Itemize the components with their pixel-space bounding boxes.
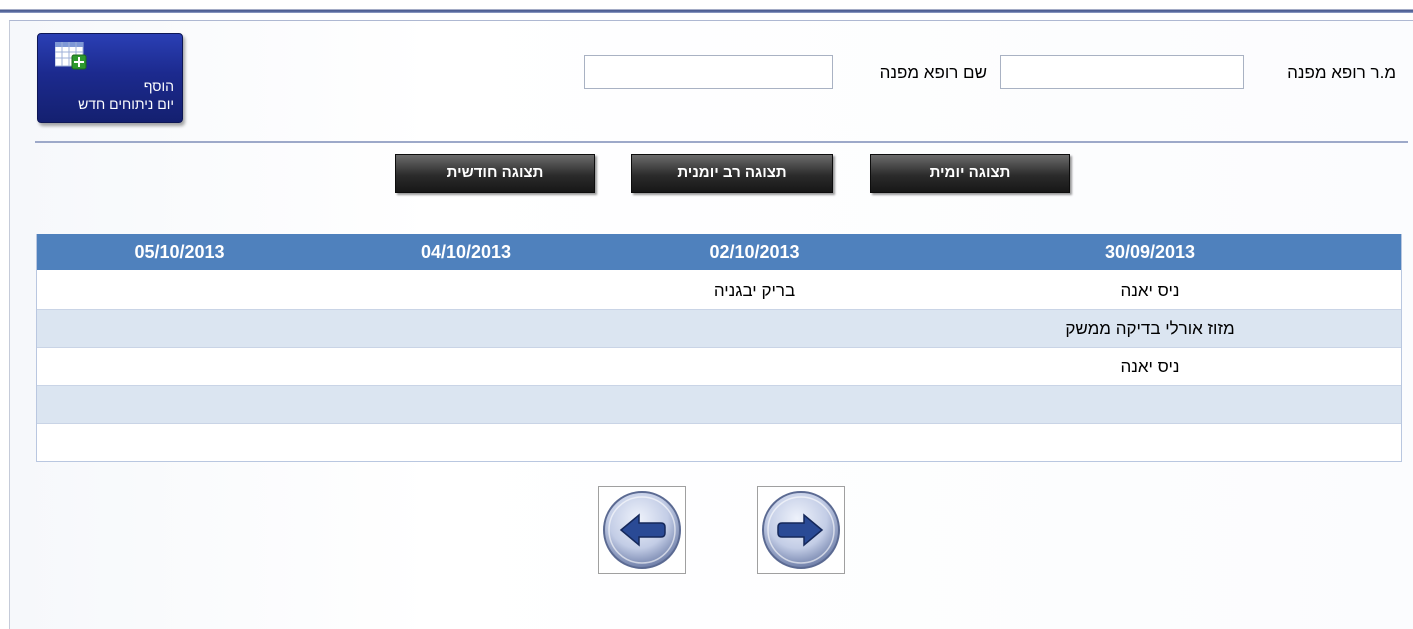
referrer-name-label: שם רופא מפנה (879, 63, 987, 82)
column-header: 05/10/2013 (134, 242, 225, 262)
table-cell[interactable] (37, 424, 322, 461)
schedule-table: 30/09/2013 02/10/2013 04/10/2013 05/10/2… (36, 234, 1402, 462)
table-cell[interactable] (610, 386, 899, 423)
table-row (37, 386, 1401, 424)
table-row: ניס יאנה בריק יבגניה (37, 270, 1401, 310)
add-button-line2: יום ניתוחים חדש (78, 96, 174, 112)
table-cell[interactable] (610, 348, 899, 385)
arrow-right-icon (762, 491, 840, 569)
daily-view-button[interactable]: תצוגה יומית (870, 154, 1070, 193)
arrow-left-icon (603, 491, 681, 569)
multi-day-view-button[interactable]: תצוגה רב יומנית (631, 154, 833, 193)
table-cell[interactable] (37, 310, 322, 347)
table-cell[interactable] (37, 386, 322, 423)
top-bar (0, 0, 1413, 13)
column-header: 04/10/2013 (420, 242, 512, 262)
table-cell[interactable] (322, 348, 610, 385)
add-button-line1: הוסף (143, 78, 174, 94)
referrer-name-field[interactable] (584, 55, 833, 89)
referrer-id-label: מ.ר רופא מפנה (1287, 63, 1396, 82)
table-cell[interactable]: ניס יאנה (899, 348, 1401, 385)
table-cell[interactable]: בריק יבגניה (610, 272, 899, 309)
table-cell[interactable] (322, 310, 610, 347)
table-cell[interactable]: ניס יאנה (899, 272, 1401, 309)
table-cell[interactable] (37, 348, 322, 385)
table-cell[interactable] (322, 272, 610, 309)
table-cell[interactable] (37, 272, 322, 309)
table-cell[interactable] (899, 424, 1401, 461)
table-header: 30/09/2013 02/10/2013 04/10/2013 05/10/2… (37, 234, 1401, 270)
table-row: מזוז אורלי בדיקה ממשק (37, 310, 1401, 348)
next-button[interactable] (757, 486, 845, 574)
table-cell[interactable] (610, 424, 899, 461)
column-header: 02/10/2013 (709, 242, 800, 262)
prev-button[interactable] (598, 486, 686, 574)
referrer-id-field[interactable] (1000, 55, 1244, 89)
table-cell[interactable] (899, 386, 1401, 423)
separator (35, 141, 1408, 143)
column-header: 30/09/2013 (1104, 242, 1196, 262)
table-cell[interactable] (610, 310, 899, 347)
table-cell[interactable] (322, 386, 610, 423)
add-surgery-day-button[interactable]: הוסף יום ניתוחים חדש (37, 33, 183, 123)
table-row: ניס יאנה (37, 348, 1401, 386)
monthly-view-button[interactable]: תצוגה חודשית (395, 154, 595, 193)
table-cell[interactable]: מזוז אורלי בדיקה ממשק (899, 310, 1401, 347)
calendar-add-icon (55, 42, 87, 70)
table-row (37, 424, 1401, 461)
table-cell[interactable] (322, 424, 610, 461)
